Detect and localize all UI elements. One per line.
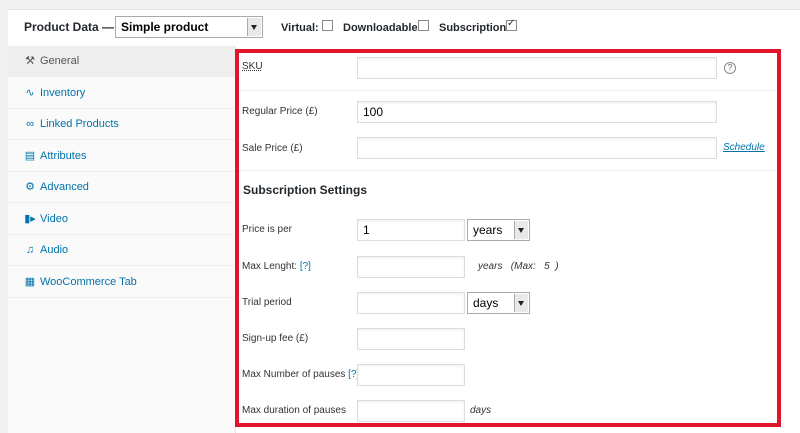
tab-label: General [40,55,80,67]
product-type-select[interactable]: Simple product [115,16,263,38]
video-icon: ▮▸ [24,213,36,225]
product-data-header: Product Data — Simple product Virtual: D… [8,9,800,47]
tab-label: Audio [40,244,69,256]
product-type-value: Simple product [121,20,209,34]
subscription-checkbox[interactable] [506,18,517,31]
table-icon: ▦ [24,276,36,288]
chart-icon: ∿ [25,87,35,99]
product-data-tabs: ⚒ General ∿ Inventory ∞ Linked Products … [8,46,236,433]
link-icon: ∞ [26,118,34,130]
music-icon: ♫ [25,244,35,256]
product-data-title: Product Data — [24,20,115,34]
tab-woocommerce-tab[interactable]: ▦ WooCommerce Tab [8,267,235,298]
tab-inventory[interactable]: ∿ Inventory [8,78,235,109]
wrench-icon: ⚒ [25,55,35,67]
list-icon: ▤ [24,150,36,162]
tab-label: Linked Products [40,118,119,130]
tab-advanced[interactable]: ⚙ Advanced [8,172,235,203]
highlight-box [235,49,781,427]
tab-video[interactable]: ▮▸ Video [8,204,235,235]
downloadable-checkbox[interactable] [418,20,429,31]
tab-label: Advanced [40,181,89,193]
tab-general[interactable]: ⚒ General [8,46,235,77]
tab-label: WooCommerce Tab [40,276,137,288]
tab-label: Attributes [40,150,87,162]
virtual-checkbox[interactable] [322,20,333,31]
chevron-down-icon [247,18,261,36]
tab-audio[interactable]: ♫ Audio [8,235,235,266]
tab-label: Inventory [40,87,86,99]
tab-attributes[interactable]: ▤ Attributes [8,141,235,172]
downloadable-label: Downloadable: [343,22,422,34]
tab-label: Video [40,213,68,225]
tab-linked-products[interactable]: ∞ Linked Products [8,109,235,140]
gear-icon: ⚙ [25,181,35,193]
subscription-label: Subscription: [439,22,510,34]
virtual-label: Virtual: [281,22,319,34]
